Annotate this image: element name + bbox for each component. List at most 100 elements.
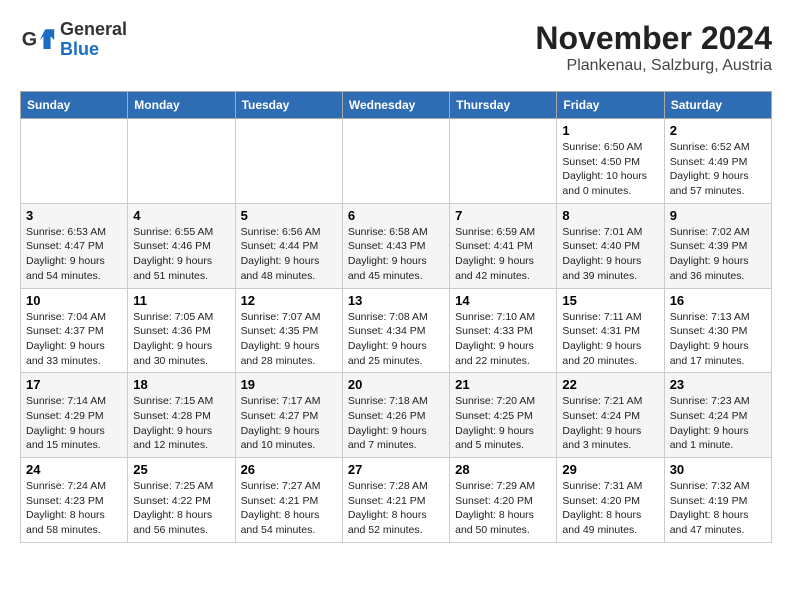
logo-general: General: [60, 20, 127, 40]
title-block: November 2024 Plankenau, Salzburg, Austr…: [535, 20, 772, 75]
calendar-cell: 12Sunrise: 7:07 AMSunset: 4:35 PMDayligh…: [235, 288, 342, 373]
logo-blue: Blue: [60, 40, 127, 60]
header-row: Sunday Monday Tuesday Wednesday Thursday…: [21, 92, 772, 119]
logo: G General Blue: [20, 20, 127, 60]
calendar-cell: 3Sunrise: 6:53 AMSunset: 4:47 PMDaylight…: [21, 203, 128, 288]
day-number: 27: [348, 462, 444, 477]
calendar-cell: 19 Sunrise: 7:17 AMSunset: 4:27 PMDayligh…: [235, 373, 342, 458]
day-number: 22: [562, 377, 658, 392]
day-info: Sunrise: 7:17 AMSunset: 4:27 PMDaylight:…: [241, 394, 337, 453]
day-number: 4: [133, 208, 229, 223]
calendar-cell: [128, 119, 235, 204]
logo-text: General Blue: [60, 20, 127, 60]
day-number: 21: [455, 377, 551, 392]
day-number: 23: [670, 377, 766, 392]
logo-icon: G: [20, 22, 56, 58]
day-number: 15: [562, 293, 658, 308]
day-info: Sunrise: 6:53 AMSunset: 4:47 PMDaylight:…: [26, 225, 122, 284]
day-info: Sunrise: 7:21 AMSunset: 4:24 PMDaylight:…: [562, 394, 658, 453]
day-number: 6: [348, 208, 444, 223]
day-number: 19: [241, 377, 337, 392]
day-number: 8: [562, 208, 658, 223]
day-info: Sunrise: 7:23 AMSunset: 4:24 PMDaylight:…: [670, 394, 766, 453]
day-number: 16: [670, 293, 766, 308]
day-number: 14: [455, 293, 551, 308]
calendar-cell: 15 Sunrise: 7:11 AMSunset: 4:31 PMDayligh…: [557, 288, 664, 373]
calendar-cell: 30 Sunrise: 7:32 AMSunset: 4:19 PMDayligh…: [664, 458, 771, 543]
day-info: Sunrise: 6:58 AMSunset: 4:43 PMDaylight:…: [348, 225, 444, 284]
calendar-cell: [235, 119, 342, 204]
calendar-week-2: 3Sunrise: 6:53 AMSunset: 4:47 PMDaylight…: [21, 203, 772, 288]
day-number: 5: [241, 208, 337, 223]
day-number: 30: [670, 462, 766, 477]
calendar-cell: 14 Sunrise: 7:10 AMSunset: 4:33 PMDayligh…: [450, 288, 557, 373]
day-info: Sunrise: 6:50 AMSunset: 4:50 PMDaylight:…: [562, 140, 658, 199]
day-number: 10: [26, 293, 122, 308]
calendar-cell: 22 Sunrise: 7:21 AMSunset: 4:24 PMDayligh…: [557, 373, 664, 458]
day-info: Sunrise: 7:15 AMSunset: 4:28 PMDaylight:…: [133, 394, 229, 453]
day-info: Sunrise: 7:10 AMSunset: 4:33 PMDaylight:…: [455, 310, 551, 369]
header-sunday: Sunday: [21, 92, 128, 119]
day-info: Sunrise: 7:20 AMSunset: 4:25 PMDaylight:…: [455, 394, 551, 453]
calendar-cell: 9 Sunrise: 7:02 AMSunset: 4:39 PMDaylight…: [664, 203, 771, 288]
header-tuesday: Tuesday: [235, 92, 342, 119]
calendar-cell: 2Sunrise: 6:52 AMSunset: 4:49 PMDaylight…: [664, 119, 771, 204]
calendar-cell: 16Sunrise: 7:13 AMSunset: 4:30 PMDayligh…: [664, 288, 771, 373]
calendar-cell: 29 Sunrise: 7:31 AMSunset: 4:20 PMDayligh…: [557, 458, 664, 543]
calendar-header: Sunday Monday Tuesday Wednesday Thursday…: [21, 92, 772, 119]
calendar-cell: [21, 119, 128, 204]
calendar-week-3: 10 Sunrise: 7:04 AMSunset: 4:37 PMDayligh…: [21, 288, 772, 373]
calendar-cell: 18 Sunrise: 7:15 AMSunset: 4:28 PMDayligh…: [128, 373, 235, 458]
day-info: Sunrise: 7:02 AMSunset: 4:39 PMDaylight:…: [670, 225, 766, 284]
calendar-week-5: 24 Sunrise: 7:24 AMSunset: 4:23 PMDayligh…: [21, 458, 772, 543]
calendar-cell: 10 Sunrise: 7:04 AMSunset: 4:37 PMDayligh…: [21, 288, 128, 373]
calendar-cell: 23 Sunrise: 7:23 AMSunset: 4:24 PMDayligh…: [664, 373, 771, 458]
day-info: Sunrise: 7:27 AMSunset: 4:21 PMDaylight:…: [241, 479, 337, 538]
day-number: 28: [455, 462, 551, 477]
page-title: November 2024: [535, 20, 772, 57]
day-number: 9: [670, 208, 766, 223]
day-number: 24: [26, 462, 122, 477]
calendar-cell: 8 Sunrise: 7:01 AMSunset: 4:40 PMDaylight…: [557, 203, 664, 288]
calendar-cell: 7Sunrise: 6:59 AMSunset: 4:41 PMDaylight…: [450, 203, 557, 288]
day-info: Sunrise: 6:55 AMSunset: 4:46 PMDaylight:…: [133, 225, 229, 284]
day-info: Sunrise: 7:11 AMSunset: 4:31 PMDaylight:…: [562, 310, 658, 369]
day-info: Sunrise: 7:01 AMSunset: 4:40 PMDaylight:…: [562, 225, 658, 284]
page-subtitle: Plankenau, Salzburg, Austria: [535, 57, 772, 75]
day-info: Sunrise: 6:59 AMSunset: 4:41 PMDaylight:…: [455, 225, 551, 284]
day-info: Sunrise: 7:18 AMSunset: 4:26 PMDaylight:…: [348, 394, 444, 453]
calendar-cell: 11Sunrise: 7:05 AMSunset: 4:36 PMDayligh…: [128, 288, 235, 373]
day-number: 29: [562, 462, 658, 477]
day-number: 17: [26, 377, 122, 392]
calendar-cell: 1Sunrise: 6:50 AMSunset: 4:50 PMDaylight…: [557, 119, 664, 204]
day-info: Sunrise: 7:25 AMSunset: 4:22 PMDaylight:…: [133, 479, 229, 538]
svg-text:G: G: [22, 28, 37, 50]
calendar-cell: 6 Sunrise: 6:58 AMSunset: 4:43 PMDaylight…: [342, 203, 449, 288]
day-info: Sunrise: 7:32 AMSunset: 4:19 PMDaylight:…: [670, 479, 766, 538]
day-info: Sunrise: 7:04 AMSunset: 4:37 PMDaylight:…: [26, 310, 122, 369]
header-saturday: Saturday: [664, 92, 771, 119]
calendar-body: 1Sunrise: 6:50 AMSunset: 4:50 PMDaylight…: [21, 119, 772, 543]
day-info: Sunrise: 7:08 AMSunset: 4:34 PMDaylight:…: [348, 310, 444, 369]
calendar-cell: 28Sunrise: 7:29 AMSunset: 4:20 PMDayligh…: [450, 458, 557, 543]
day-info: Sunrise: 6:52 AMSunset: 4:49 PMDaylight:…: [670, 140, 766, 199]
day-info: Sunrise: 7:07 AMSunset: 4:35 PMDaylight:…: [241, 310, 337, 369]
day-info: Sunrise: 7:28 AMSunset: 4:21 PMDaylight:…: [348, 479, 444, 538]
day-info: Sunrise: 7:31 AMSunset: 4:20 PMDaylight:…: [562, 479, 658, 538]
header-thursday: Thursday: [450, 92, 557, 119]
calendar-cell: 26Sunrise: 7:27 AMSunset: 4:21 PMDayligh…: [235, 458, 342, 543]
calendar-week-1: 1Sunrise: 6:50 AMSunset: 4:50 PMDaylight…: [21, 119, 772, 204]
day-number: 18: [133, 377, 229, 392]
calendar-cell: [450, 119, 557, 204]
day-info: Sunrise: 7:05 AMSunset: 4:36 PMDaylight:…: [133, 310, 229, 369]
calendar-cell: 25Sunrise: 7:25 AMSunset: 4:22 PMDayligh…: [128, 458, 235, 543]
calendar-cell: 4 Sunrise: 6:55 AMSunset: 4:46 PMDaylight…: [128, 203, 235, 288]
page-header: G General Blue November 2024 Plankenau, …: [20, 20, 772, 75]
calendar-cell: 5Sunrise: 6:56 AMSunset: 4:44 PMDaylight…: [235, 203, 342, 288]
header-friday: Friday: [557, 92, 664, 119]
day-info: Sunrise: 7:24 AMSunset: 4:23 PMDaylight:…: [26, 479, 122, 538]
header-monday: Monday: [128, 92, 235, 119]
calendar-cell: 21 Sunrise: 7:20 AMSunset: 4:25 PMDayligh…: [450, 373, 557, 458]
calendar-week-4: 17Sunrise: 7:14 AMSunset: 4:29 PMDayligh…: [21, 373, 772, 458]
calendar-cell: [342, 119, 449, 204]
